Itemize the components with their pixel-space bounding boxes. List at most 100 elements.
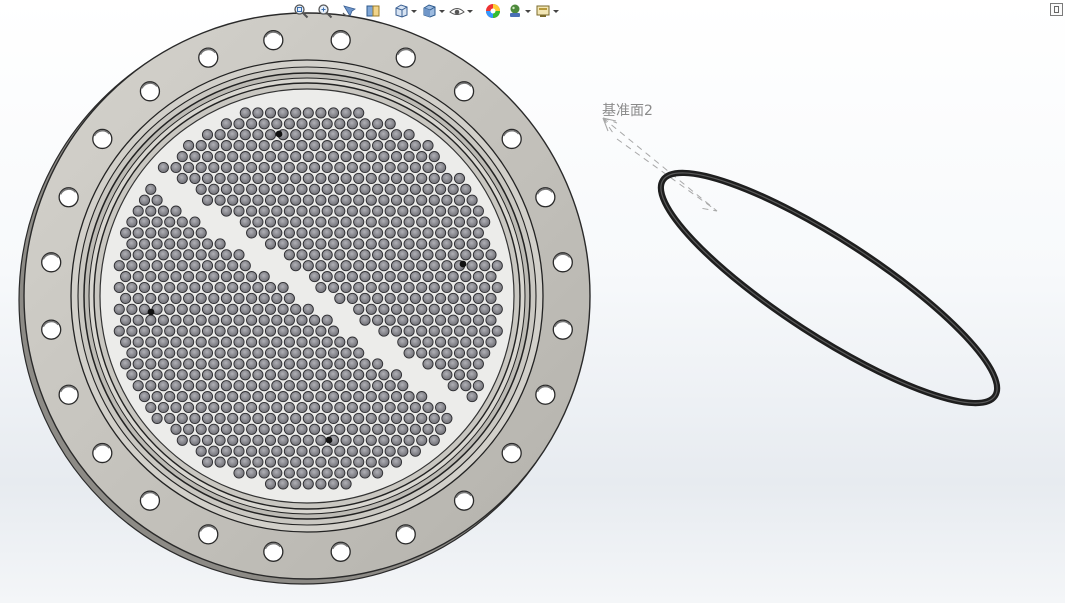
chevron-down-icon[interactable] xyxy=(411,9,417,13)
model-scene[interactable] xyxy=(0,0,1065,603)
tube-hole xyxy=(309,401,321,414)
bolt-hole[interactable] xyxy=(535,187,556,208)
display-style-button[interactable] xyxy=(420,1,446,21)
tube-hole xyxy=(309,227,321,239)
tube-hole xyxy=(214,434,226,446)
tube-hole xyxy=(290,216,302,228)
bolt-hole[interactable] xyxy=(552,252,573,273)
bolt-hole[interactable] xyxy=(263,30,284,51)
bolt-hole[interactable] xyxy=(395,47,416,68)
tube-hole xyxy=(239,216,251,228)
tube-hole xyxy=(195,445,207,457)
tube-hole xyxy=(390,434,403,446)
tube-hole xyxy=(189,434,201,446)
edit-appearance-button[interactable] xyxy=(482,1,504,21)
bolt-hole[interactable] xyxy=(92,442,113,464)
tube-hole xyxy=(201,194,214,206)
bolt-hole[interactable] xyxy=(58,187,79,208)
tube-hole xyxy=(145,183,157,195)
tube-hole xyxy=(359,292,371,304)
tie-rod-hole xyxy=(459,260,467,268)
tube-hole xyxy=(397,423,409,435)
tube-hole xyxy=(183,380,195,392)
tube-hole xyxy=(132,271,144,283)
bolt-hole[interactable] xyxy=(501,128,522,150)
o-ring-model[interactable] xyxy=(637,140,1021,436)
chevron-down-icon[interactable] xyxy=(525,9,531,13)
tube-hole xyxy=(208,292,220,304)
bolt-hole[interactable] xyxy=(139,81,161,102)
bolt-hole[interactable] xyxy=(453,81,475,102)
tube-hole xyxy=(157,227,169,239)
tube-hole xyxy=(201,238,214,250)
tube-hole xyxy=(220,445,232,457)
tube-hole xyxy=(372,205,384,217)
tube-hole xyxy=(264,216,277,228)
tube-hole xyxy=(309,249,321,261)
tube-hole xyxy=(258,314,270,326)
tube-hole xyxy=(290,347,302,359)
bolt-hole[interactable] xyxy=(552,319,573,340)
apply-scene-button[interactable] xyxy=(506,1,532,21)
bolt-hole[interactable] xyxy=(198,47,219,68)
tube-hole xyxy=(460,292,472,304)
tubesheet-flange-model[interactable] xyxy=(18,12,591,585)
tube-hole xyxy=(321,358,333,370)
tube-hole xyxy=(296,205,308,217)
tube-hole xyxy=(428,172,440,184)
tube-hole xyxy=(321,445,333,457)
tube-hole xyxy=(283,292,295,304)
tube-hole xyxy=(120,358,132,370)
tube-hole xyxy=(453,194,466,206)
tube-hole xyxy=(176,151,188,163)
plane-label[interactable]: 基准面2 xyxy=(602,100,653,120)
bolt-hole[interactable] xyxy=(139,490,161,511)
tube-hole xyxy=(227,151,239,163)
tube-hole xyxy=(353,172,365,184)
tube-hole xyxy=(302,434,314,446)
tube-hole xyxy=(201,412,214,424)
tube-hole xyxy=(309,161,321,174)
tube-hole xyxy=(378,391,390,403)
maximize-viewport-button[interactable] xyxy=(1050,3,1063,16)
hide-show-items-button[interactable] xyxy=(448,1,474,21)
zoom-to-area-button[interactable] xyxy=(314,1,336,21)
bolt-hole[interactable] xyxy=(330,541,351,562)
bolt-hole[interactable] xyxy=(58,384,79,405)
o-ring-body[interactable] xyxy=(637,140,1021,436)
bolt-hole[interactable] xyxy=(92,128,113,150)
view-settings-button[interactable] xyxy=(534,1,560,21)
bolt-hole[interactable] xyxy=(41,319,62,340)
tube-hole xyxy=(422,358,434,370)
previous-view-button[interactable] xyxy=(338,1,360,21)
tube-hole xyxy=(302,151,314,163)
bolt-hole[interactable] xyxy=(263,541,284,562)
tube-hole xyxy=(283,161,295,174)
apply-scene-icon xyxy=(507,3,523,19)
chevron-down-icon[interactable] xyxy=(467,9,473,13)
tube-hole xyxy=(277,281,289,294)
bolt-hole[interactable] xyxy=(501,442,522,464)
bolt-hole[interactable] xyxy=(198,524,219,545)
tube-hole xyxy=(126,260,138,272)
tube-hole xyxy=(435,183,447,195)
bolt-hole[interactable] xyxy=(535,384,556,405)
tube-hole xyxy=(214,347,226,359)
section-view-button[interactable] xyxy=(362,1,384,21)
tube-hole xyxy=(340,412,352,424)
tube-hole xyxy=(353,151,365,163)
bolt-hole[interactable] xyxy=(330,30,351,51)
tube-hole xyxy=(315,194,327,206)
chevron-down-icon[interactable] xyxy=(553,9,559,13)
tube-hole xyxy=(157,292,169,304)
tube-hole xyxy=(264,412,277,424)
tube-hole xyxy=(176,172,188,184)
bolt-hole[interactable] xyxy=(395,524,416,545)
chevron-down-icon[interactable] xyxy=(439,9,445,13)
graphics-area[interactable]: 基准面2 xyxy=(0,0,1065,603)
zoom-to-fit-button[interactable] xyxy=(290,1,312,21)
bolt-hole[interactable] xyxy=(41,252,62,273)
tube-hole xyxy=(233,467,245,479)
view-orientation-button[interactable] xyxy=(392,1,418,21)
bolt-hole[interactable] xyxy=(453,490,475,511)
